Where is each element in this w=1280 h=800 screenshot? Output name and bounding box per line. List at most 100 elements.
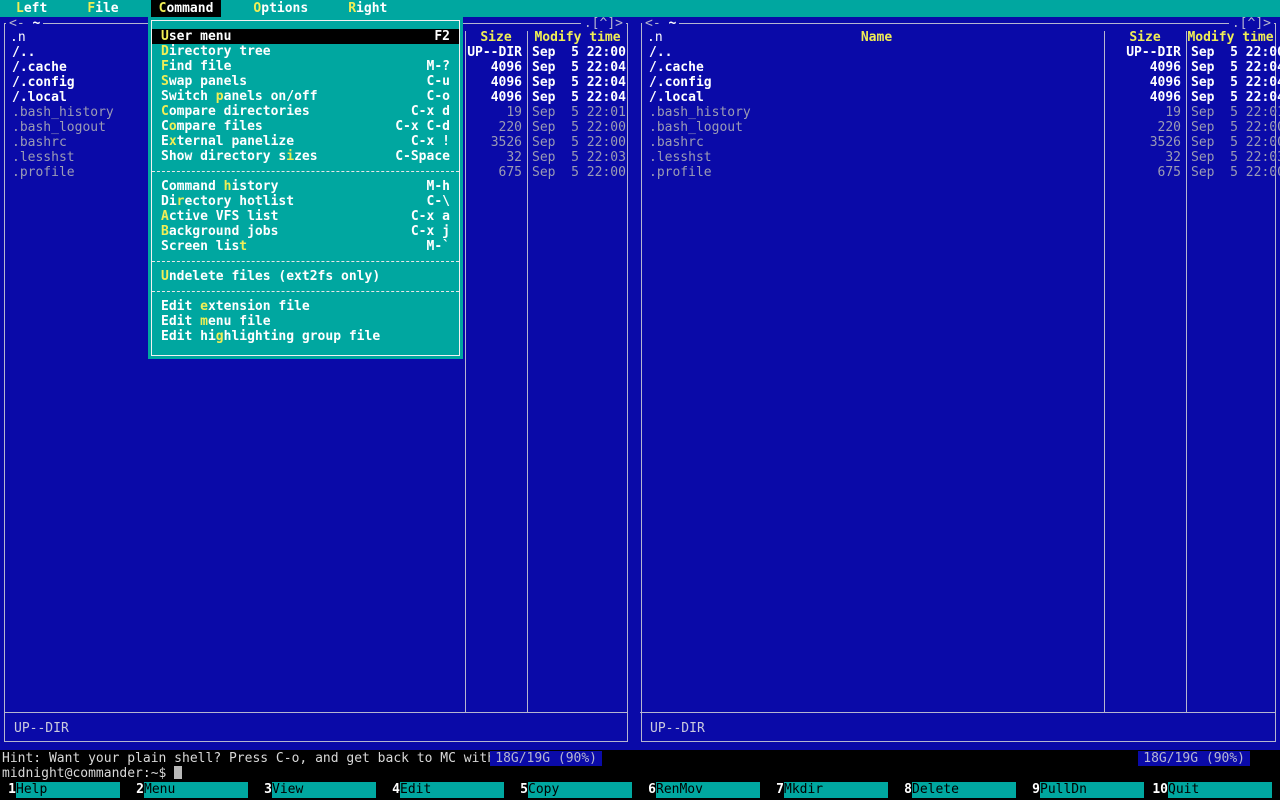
file-row-mtime[interactable]: Sep 5 22:00 [1186,135,1280,150]
right-panel-path[interactable]: <- ~ [642,16,680,31]
file-row-mtime[interactable]: Sep 5 22:04 [1186,60,1280,75]
menu-item-directory-tree[interactable]: Directory tree [152,44,459,59]
left-panel-path[interactable]: <- ~ [6,16,44,31]
function-key-bar: 1 Help 2 Menu 3 View 4 Edit 5 Copy 6 RenMov 7 Mkdir 8 D… [0,782,1280,798]
file-row-size[interactable]: 220 [465,120,527,135]
fkey-copy[interactable]: 5 Copy [512,782,640,798]
file-row-name[interactable]: .profile [641,165,1104,180]
fkey-help[interactable]: 1 Help [0,782,128,798]
left-sort-indicator: .n [10,30,26,45]
file-row-mtime[interactable]: Sep 5 22:00 [1186,45,1280,60]
menu-item-edit-extension-file[interactable]: Edit extension file [152,299,459,314]
file-row-size[interactable]: 32 [1104,150,1186,165]
shell-line[interactable]: midnight@commander:~$ [2,766,1278,781]
fkey-mkdir[interactable]: 7 Mkdir [768,782,896,798]
file-row-mtime[interactable]: Sep 5 22:04 [527,60,628,75]
shell-prompt: midnight@commander:~$ [2,766,167,781]
right-panel-corner-buttons[interactable]: .[^]> [1228,16,1274,31]
fkey-edit[interactable]: 4 Edit [384,782,512,798]
fkey-delete[interactable]: 8 Delete [896,782,1024,798]
file-row-size[interactable]: 4096 [465,75,527,90]
file-row-name[interactable]: .bash_logout [641,120,1104,135]
file-row-size[interactable]: 4096 [465,90,527,105]
terminal-cursor [174,766,183,779]
file-row-mtime[interactable]: Sep 5 22:01 [1186,105,1280,120]
fkey-view[interactable]: 3 View [256,782,384,798]
file-row-mtime[interactable]: Sep 5 22:00 [527,120,628,135]
menu-item-command-history[interactable]: Command history M-h [152,179,459,194]
file-row-size[interactable]: 675 [1104,165,1186,180]
right-header-name[interactable]: .n Name [641,30,1104,45]
left-panel-corner-buttons[interactable]: .[^]> [580,16,626,31]
hint-line: Hint: Want your plain shell? Press C-o, … [2,751,582,766]
file-row-mtime[interactable]: Sep 5 22:04 [527,90,628,105]
menu-item-compare-directories[interactable]: Compare directories C-x d [152,104,459,119]
file-row-name[interactable]: .bashrc [641,135,1104,150]
file-row-mtime[interactable]: Sep 5 22:00 [1186,120,1280,135]
file-row-size[interactable]: 32 [465,150,527,165]
history-back-icon[interactable]: <- [645,16,661,31]
file-row-mtime[interactable]: Sep 5 22:01 [527,105,628,120]
file-row-size[interactable]: 4096 [1104,75,1186,90]
file-row-mtime[interactable]: Sep 5 22:04 [527,75,628,90]
left-header-size[interactable]: Size [465,30,527,45]
file-row-mtime[interactable]: Sep 5 22:04 [1186,90,1280,105]
menu-item-background-jobs[interactable]: Background jobs C-x j [152,224,459,239]
menubar-item-right[interactable]: Right [340,0,395,17]
file-row-name[interactable]: /.local [641,90,1104,105]
menu-item-swap-panels[interactable]: Swap panels C-u [152,74,459,89]
file-row-size[interactable]: 4096 [1104,90,1186,105]
menu-item-active-vfs-list[interactable]: Active VFS list C-x a [152,209,459,224]
menu-item-switch-panels-on-off[interactable]: Switch panels on/off C-o [152,89,459,104]
menubar-item-options[interactable]: Options [245,0,316,17]
file-row-mtime[interactable]: Sep 5 22:00 [527,45,628,60]
fkey-pulldn[interactable]: 9 PullDn [1024,782,1152,798]
menu-item-directory-hotlist[interactable]: Directory hotlist C-\ [152,194,459,209]
file-row-size[interactable]: UP--DIR [465,45,527,60]
file-row-mtime[interactable]: Sep 5 22:00 [527,135,628,150]
menu-item-find-file[interactable]: Find file M-? [152,59,459,74]
right-header-size[interactable]: Size [1104,30,1186,45]
file-row-name[interactable]: .lesshst [641,150,1104,165]
fkey-renmov[interactable]: 6 RenMov [640,782,768,798]
file-row-name[interactable]: .bash_history [641,105,1104,120]
file-row-size[interactable]: 4096 [1104,60,1186,75]
menubar-item-left[interactable]: Left [8,0,55,17]
menubar-item-file[interactable]: File [79,0,126,17]
history-back-icon[interactable]: <- [9,16,25,31]
menu-item-edit-highlighting-group-file[interactable]: Edit highlighting group file [152,329,459,344]
file-row-name[interactable]: /.. [641,45,1104,60]
file-row-size[interactable]: 19 [1104,105,1186,120]
file-row-mtime[interactable]: Sep 5 22:00 [1186,165,1280,180]
file-row-mtime[interactable]: Sep 5 22:00 [527,165,628,180]
file-row-mtime[interactable]: Sep 5 22:03 [527,150,628,165]
fkey-label: Quit [1168,782,1272,798]
file-row-size[interactable]: 3526 [465,135,527,150]
file-row-name[interactable]: /.cache [641,60,1104,75]
right-mini-status: UP--DIR [650,721,705,736]
file-row-mtime[interactable]: Sep 5 22:03 [1186,150,1280,165]
file-row-size[interactable]: 4096 [465,60,527,75]
menu-item-screen-list[interactable]: Screen list M-` [152,239,459,254]
menu-item-show-directory-sizes[interactable]: Show directory sizes C-Space [152,149,459,164]
menu-item-external-panelize[interactable]: External panelize C-x ! [152,134,459,149]
fkey-menu[interactable]: 2 Menu [128,782,256,798]
file-row-size[interactable]: 675 [465,165,527,180]
right-header-mtime[interactable]: Modify time [1186,30,1275,45]
file-row-mtime[interactable]: Sep 5 22:04 [1186,75,1280,90]
file-row-size[interactable]: 19 [465,105,527,120]
menu-item-compare-files[interactable]: Compare files C-x C-d [152,119,459,134]
left-header-mtime[interactable]: Modify time [527,30,628,45]
menubar-item-command[interactable]: Command [150,0,222,17]
file-row-name[interactable]: /.config [641,75,1104,90]
file-row-size[interactable]: UP--DIR [1104,45,1186,60]
fkey-label: PullDn [1040,782,1144,798]
file-row-size[interactable]: 3526 [1104,135,1186,150]
fkey-quit[interactable]: 10 Quit [1152,782,1280,798]
fkey-label: Help [16,782,120,798]
menu-item-undelete-files-ext2fs-only[interactable]: Undelete files (ext2fs only) [152,269,459,284]
file-row-size[interactable]: 220 [1104,120,1186,135]
menu-item-edit-menu-file[interactable]: Edit menu file [152,314,459,329]
menu-item-user-menu[interactable]: User menu F2 [152,29,459,44]
left-mini-status: UP--DIR [14,721,69,736]
